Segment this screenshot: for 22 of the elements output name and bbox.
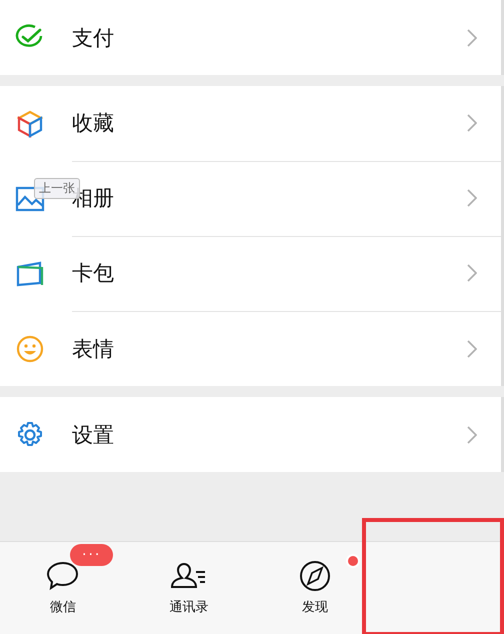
chevron-right-icon xyxy=(467,114,477,132)
menu-item[interactable]: 收藏 xyxy=(72,109,467,137)
compass-icon xyxy=(299,560,331,592)
chevron-right-icon xyxy=(467,264,477,282)
cube-icon xyxy=(15,108,45,138)
unread-badge: ··· xyxy=(70,544,114,566)
chevron-right-icon xyxy=(467,28,477,46)
notification-dot xyxy=(348,556,358,566)
menu-item[interactable]: 表情 xyxy=(72,334,467,362)
smiley-icon xyxy=(15,334,45,364)
card-icon xyxy=(15,258,45,288)
menu-item[interactable]: 设置 xyxy=(72,420,467,448)
tab[interactable]: 发现 xyxy=(252,542,378,634)
chevron-right-icon xyxy=(467,426,477,444)
tab[interactable]: 微信 ··· xyxy=(0,542,126,634)
tooltip: 上一张 xyxy=(34,178,80,199)
menu-item[interactable]: 支付 xyxy=(72,24,467,52)
chevron-right-icon xyxy=(467,340,477,358)
tab[interactable]: 通讯录 xyxy=(126,542,252,634)
menu-item[interactable]: 卡包 xyxy=(72,259,467,287)
chevron-right-icon xyxy=(467,189,477,207)
chat-bubble-icon xyxy=(46,560,80,592)
